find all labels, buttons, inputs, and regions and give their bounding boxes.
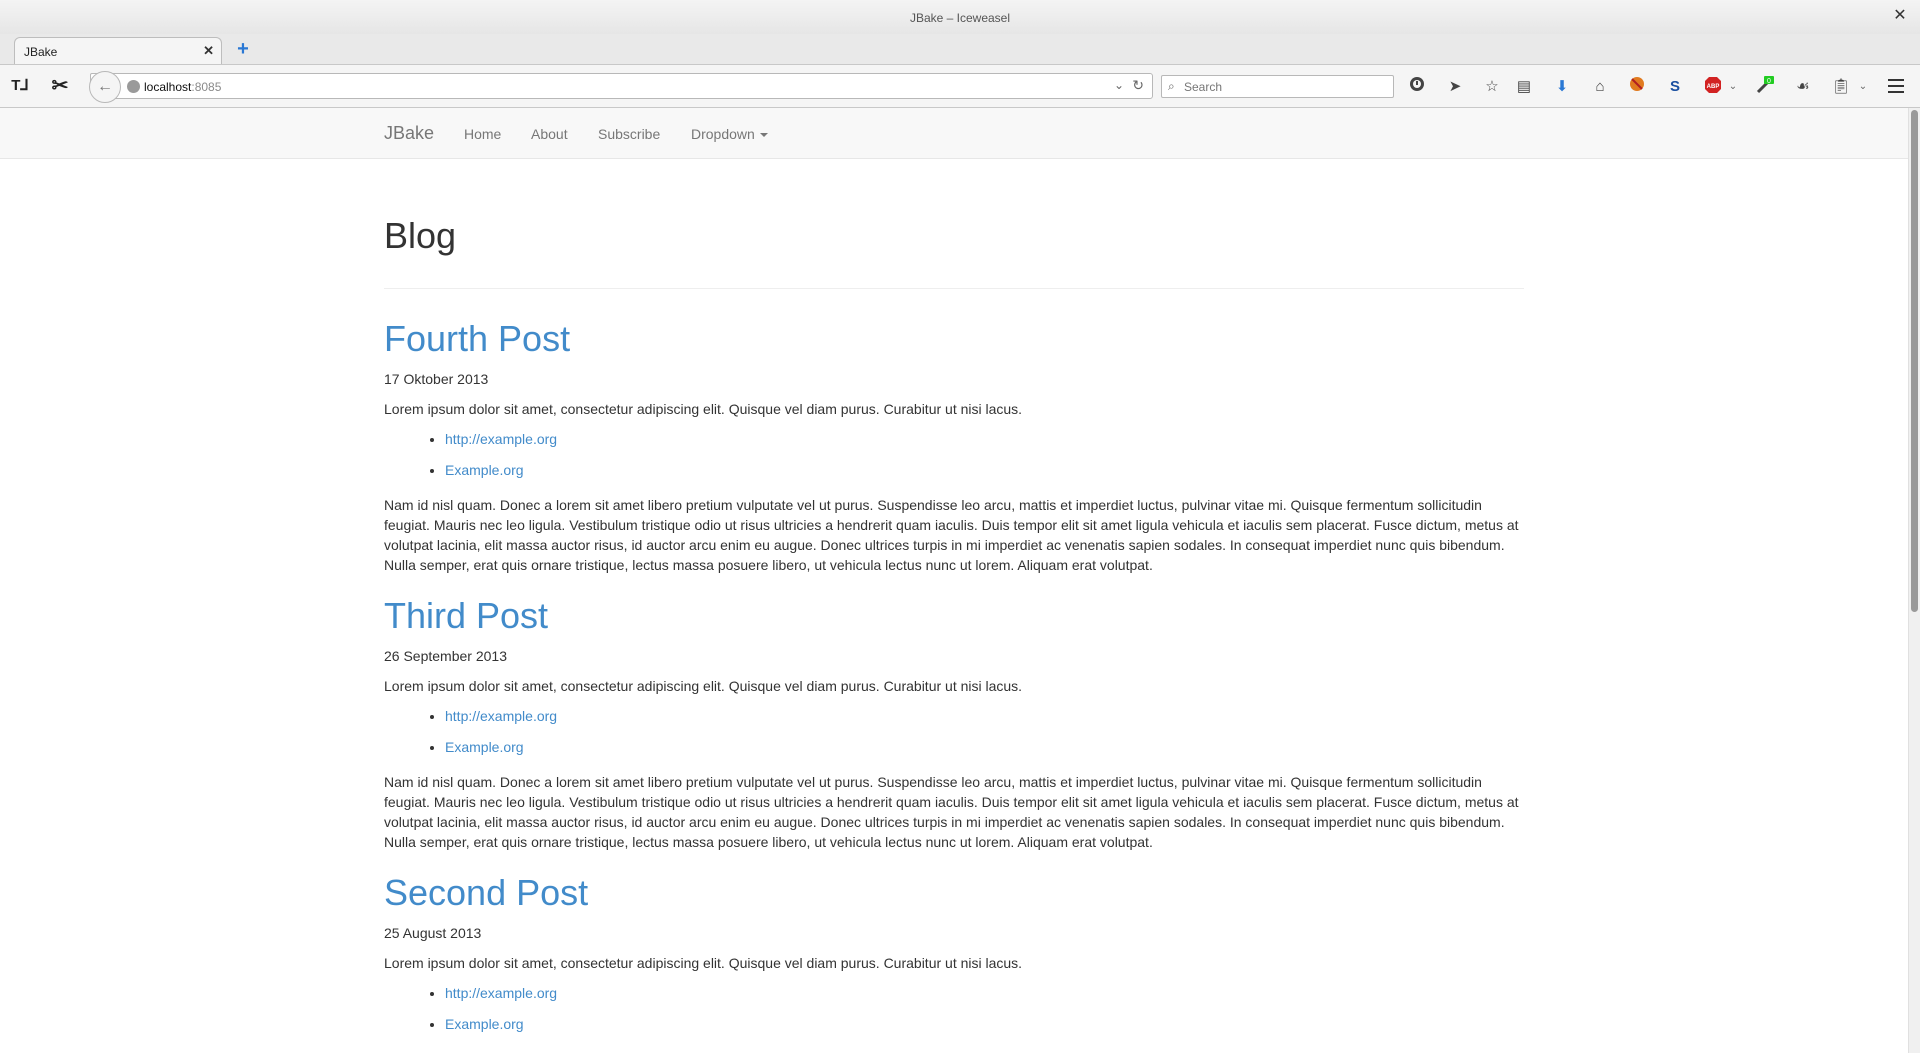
list-item: Example.org	[445, 1009, 1524, 1040]
menu-hamburger-icon[interactable]	[1888, 79, 1904, 93]
reload-icon[interactable]: ↻	[1132, 77, 1144, 94]
search-icon[interactable]: ⌕	[1168, 79, 1175, 94]
blog-post: Second Post 25 August 2013 Lorem ipsum d…	[384, 873, 1524, 1040]
post-link[interactable]: Example.org	[445, 462, 524, 478]
list-item: http://example.org	[445, 424, 1524, 455]
post-body: Nam id nisl quam. Donec a lorem sit amet…	[384, 497, 1519, 573]
page-title: Blog	[384, 215, 457, 256]
chevron-down-icon[interactable]: ⌄	[1114, 78, 1124, 92]
bookmark-star-icon[interactable]: ☆	[1481, 76, 1503, 98]
reading-list-icon[interactable]: ▤	[1513, 76, 1535, 98]
page-header: Blog	[384, 216, 1524, 289]
tab-mix-icon[interactable]: T⅃	[10, 76, 30, 96]
download-icon[interactable]: ⬇	[1551, 76, 1573, 98]
clipboard-icon[interactable]: 📋︎	[1830, 76, 1852, 98]
scrollbar-thumb[interactable]	[1911, 110, 1918, 612]
history-icon[interactable]	[1406, 76, 1428, 98]
post-title-link[interactable]: Second Post	[384, 872, 588, 913]
post-body: Nam id nisl quam. Donec a lorem sit amet…	[384, 774, 1519, 850]
adblock-menu-chevron-icon[interactable]: ⌄	[1722, 76, 1744, 98]
caret-down-icon	[759, 133, 768, 138]
site-identity-icon[interactable]	[127, 80, 140, 93]
post-title: Third Post	[384, 596, 1524, 636]
post-link[interactable]: Example.org	[445, 1016, 524, 1032]
nav-about-link[interactable]: About	[531, 126, 568, 142]
adblock-icon[interactable]: ABP	[1702, 76, 1724, 98]
s-extension-icon[interactable]: S	[1664, 76, 1686, 98]
blog-post: Third Post 26 September 2013 Lorem ipsum…	[384, 596, 1524, 852]
clipboard-menu-chevron-icon[interactable]: ⌄	[1852, 76, 1874, 98]
post-date: 25 August 2013	[384, 925, 482, 941]
tab-label: JBake	[24, 45, 58, 59]
url-bar[interactable]: ← localhost:8085 ⌄ ↻	[89, 71, 1153, 103]
post-date: 26 September 2013	[384, 648, 507, 664]
blog-post: Fourth Post 17 Oktober 2013 Lorem ipsum …	[384, 319, 1524, 575]
post-title-link[interactable]: Fourth Post	[384, 318, 570, 359]
post-link[interactable]: http://example.org	[445, 708, 557, 724]
list-item: http://example.org	[445, 701, 1524, 732]
post-intro: Lorem ipsum dolor sit amet, consectetur …	[384, 401, 1023, 417]
post-link[interactable]: Example.org	[445, 739, 524, 755]
site-navbar: JBake Home About Subscribe Dropdown	[0, 108, 1908, 159]
list-item: http://example.org	[445, 978, 1524, 1009]
greasemonkey-badge: 0	[1767, 78, 1771, 85]
blocked-icon[interactable]	[1626, 76, 1648, 98]
tab-strip: JBake ✕ +	[0, 34, 1920, 64]
post-title: Fourth Post	[384, 319, 1524, 359]
send-icon[interactable]: ➤	[1444, 76, 1466, 98]
nav-home-link[interactable]: Home	[464, 126, 501, 142]
post-link-list: http://example.org Example.org	[384, 701, 1524, 763]
url-port: :8085	[191, 80, 222, 94]
browser-chrome: JBake – Iceweasel ✕ JBake ✕ + T⅃ ✂ ← loc…	[0, 0, 1920, 108]
url-host: localhost	[144, 80, 192, 94]
tab-jbake[interactable]: JBake ✕	[14, 37, 222, 64]
post-link[interactable]: http://example.org	[445, 985, 557, 1001]
post-link-list: http://example.org Example.org	[384, 978, 1524, 1040]
greasemonkey-icon[interactable]: 0	[1754, 76, 1776, 98]
back-arrow-icon[interactable]: ←	[89, 71, 121, 103]
nav-subscribe-link[interactable]: Subscribe	[598, 126, 660, 142]
post-link-list: http://example.org Example.org	[384, 424, 1524, 486]
puzzle-extension-icon[interactable]: ☙	[1792, 76, 1814, 98]
url-text[interactable]: localhost:8085	[144, 80, 221, 94]
nav-dropdown-toggle[interactable]: Dropdown	[691, 126, 768, 142]
post-link[interactable]: http://example.org	[445, 431, 557, 447]
post-intro: Lorem ipsum dolor sit amet, consectetur …	[384, 678, 1023, 694]
post-title: Second Post	[384, 873, 1524, 913]
home-icon[interactable]: ⌂	[1589, 76, 1611, 98]
tab-close-icon[interactable]: ✕	[203, 43, 214, 59]
scissors-icon[interactable]: ✂	[50, 76, 70, 96]
page-viewport: JBake Home About Subscribe Dropdown Blog…	[0, 108, 1920, 1053]
site-brand-link[interactable]: JBake	[384, 123, 434, 144]
post-intro: Lorem ipsum dolor sit amet, consectetur …	[384, 955, 1023, 971]
main-content: Blog Fourth Post 17 Oktober 2013 Lorem i…	[384, 159, 1524, 1040]
nav-dropdown-label: Dropdown	[691, 126, 755, 142]
window-close-icon[interactable]: ✕	[1892, 8, 1908, 24]
list-item: Example.org	[445, 732, 1524, 763]
post-title-link[interactable]: Third Post	[384, 595, 548, 636]
window-titlebar: JBake – Iceweasel ✕	[0, 0, 1920, 34]
browser-toolbar: T⅃ ✂ ← localhost:8085 ⌄ ↻ ⌕ ➤ ☆ ▤ ⬇ ⌂ S …	[0, 64, 1920, 108]
search-bar[interactable]: ⌕	[1161, 75, 1394, 98]
vertical-scrollbar[interactable]	[1908, 108, 1920, 1053]
search-input[interactable]	[1184, 78, 1384, 96]
list-item: Example.org	[445, 455, 1524, 486]
svg-text:ABP: ABP	[1707, 84, 1720, 90]
post-date: 17 Oktober 2013	[384, 371, 489, 387]
new-tab-icon[interactable]: +	[234, 39, 252, 59]
window-title: JBake – Iceweasel	[909, 11, 1011, 25]
